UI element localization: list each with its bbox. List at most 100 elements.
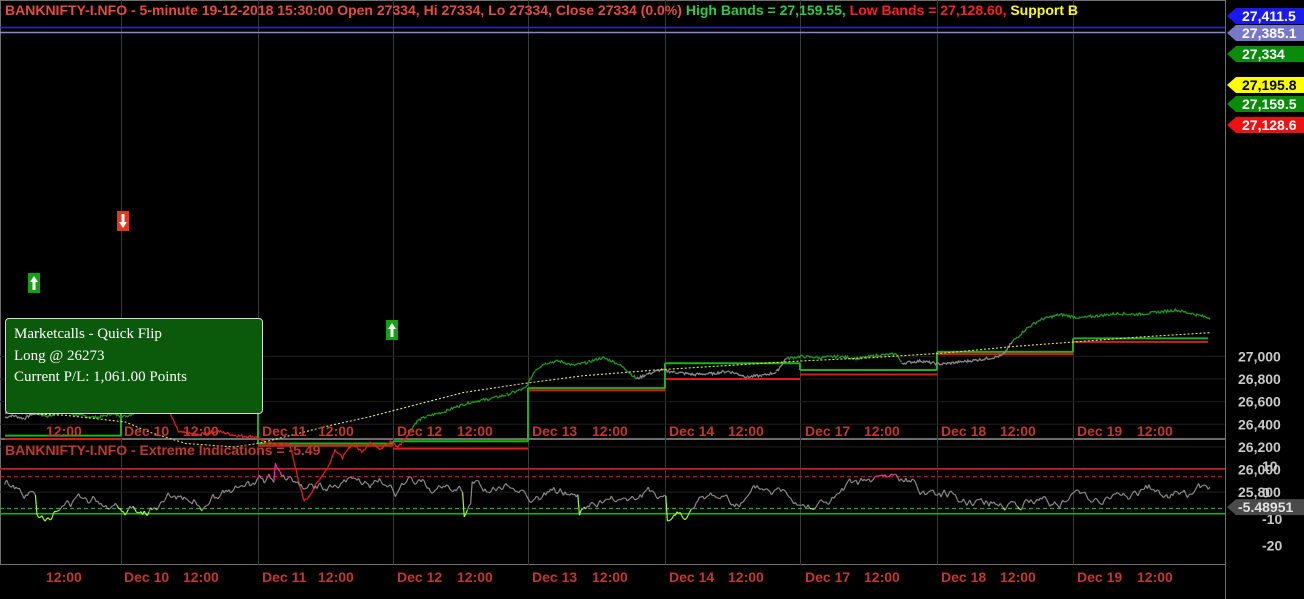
indicator-series bbox=[818, 499, 822, 502]
indicator-series bbox=[559, 488, 563, 493]
indicator-series bbox=[770, 492, 774, 496]
indicator-series bbox=[116, 505, 120, 509]
indicator-series bbox=[378, 478, 382, 482]
indicator-series bbox=[1065, 500, 1068, 503]
price-tag: 27,195.8 bbox=[1227, 77, 1304, 93]
indicator-series bbox=[988, 501, 992, 507]
indicator-series bbox=[571, 492, 574, 496]
indicator-series bbox=[338, 483, 342, 488]
indicator-series bbox=[498, 486, 502, 490]
price-tag-label: 27,195.8 bbox=[1242, 77, 1297, 93]
indicator-series bbox=[713, 494, 716, 498]
indicator-series bbox=[204, 505, 207, 508]
indicator-series bbox=[1095, 497, 1099, 501]
indicator-series bbox=[1103, 497, 1107, 501]
indicator-series bbox=[455, 487, 459, 492]
price-series bbox=[602, 356, 618, 365]
price-x-tick: 12:00 bbox=[318, 423, 354, 439]
indicator-series bbox=[649, 490, 652, 492]
price-series bbox=[506, 386, 526, 397]
indicator-series bbox=[156, 506, 160, 511]
indicator-series bbox=[6, 479, 9, 485]
indicator-series bbox=[911, 478, 915, 481]
price-series bbox=[1098, 311, 1119, 318]
indicator-series bbox=[337, 486, 340, 489]
indicator-series bbox=[402, 482, 406, 486]
indicator-series bbox=[79, 496, 83, 499]
indicator-series bbox=[865, 479, 868, 482]
indicator-series bbox=[1188, 493, 1191, 496]
indicator-series bbox=[887, 475, 891, 478]
buy-arrow-icon bbox=[28, 273, 40, 293]
price-tag-label: 27,128.6 bbox=[1242, 117, 1297, 133]
indicator-series bbox=[198, 505, 201, 509]
price-tag-label: 27,159.5 bbox=[1242, 96, 1297, 112]
indicator-series bbox=[231, 489, 235, 492]
indicator-series bbox=[1204, 484, 1207, 487]
indicator-series bbox=[1086, 495, 1089, 500]
indicator-series bbox=[171, 496, 174, 499]
indicator-series bbox=[636, 497, 639, 500]
indicator-series bbox=[962, 498, 966, 502]
indicator-series bbox=[735, 503, 739, 506]
indicator-series bbox=[86, 499, 89, 504]
indicator-series bbox=[359, 481, 363, 485]
indicator-x-tick: Dec 12 bbox=[397, 569, 442, 585]
chart-canvas: 27,00026,80026,60026,40026,20026,00025,8… bbox=[0, 0, 1304, 599]
price-x-tick: Dec 13 bbox=[532, 423, 577, 439]
price-tag: 27,334 bbox=[1227, 46, 1304, 62]
indicator-series bbox=[532, 498, 535, 501]
indicator-series bbox=[502, 485, 505, 490]
indicator-series bbox=[447, 485, 451, 490]
indicator-series bbox=[209, 497, 212, 503]
indicator-series bbox=[626, 498, 630, 502]
indicator-series bbox=[398, 486, 401, 491]
indicator-series bbox=[60, 505, 64, 509]
indicator-x-tick: Dec 14 bbox=[669, 569, 714, 585]
indicator-series bbox=[206, 504, 209, 507]
price-y-tick: 25,800 bbox=[1238, 484, 1281, 500]
indicator-series bbox=[715, 496, 718, 499]
indicator-series bbox=[742, 500, 745, 503]
indicator-series bbox=[114, 502, 118, 506]
indicator-series bbox=[705, 495, 708, 499]
indicator-series bbox=[55, 510, 59, 513]
low-bands-label: Low Bands = 27,128.60, bbox=[849, 2, 1007, 18]
indicator-series bbox=[268, 473, 272, 479]
price-x-tick: 12:00 bbox=[46, 423, 82, 439]
indicator-series bbox=[1055, 503, 1059, 506]
indicator-series bbox=[723, 495, 726, 497]
indicator-x-tick: Dec 11 bbox=[262, 569, 307, 585]
indicator-series bbox=[1015, 504, 1019, 508]
indicator-series bbox=[1167, 497, 1171, 499]
indicator-series bbox=[1041, 496, 1044, 500]
indicator-series bbox=[71, 499, 75, 503]
indicator-series bbox=[508, 486, 512, 489]
indicator-series bbox=[1087, 498, 1091, 502]
indicator-series bbox=[1142, 488, 1145, 491]
indicator-series bbox=[1159, 493, 1163, 496]
indicator-series bbox=[505, 483, 508, 486]
indicator-series bbox=[279, 471, 283, 477]
indicator-series bbox=[663, 494, 667, 497]
indicator-series bbox=[214, 496, 217, 499]
price-series bbox=[168, 411, 180, 433]
indicator-series bbox=[1102, 500, 1105, 505]
high-bands-label: High Bands = 27,159.55, bbox=[685, 2, 846, 18]
indicator-series bbox=[1068, 495, 1072, 500]
indicator-series bbox=[262, 478, 265, 484]
indicator-series bbox=[540, 496, 544, 500]
indicator-series bbox=[1058, 503, 1062, 509]
price-x-tick: 12:00 bbox=[183, 423, 219, 439]
indicator-series bbox=[49, 518, 52, 521]
indicator-series bbox=[1089, 500, 1092, 503]
indicator-series bbox=[624, 497, 626, 499]
indicator-series bbox=[270, 477, 273, 480]
indicator-series bbox=[15, 486, 19, 490]
indicator-series bbox=[255, 477, 259, 482]
indicator-series bbox=[703, 497, 707, 500]
indicator-series bbox=[1129, 494, 1132, 499]
price-x-tick: 12:00 bbox=[457, 423, 493, 439]
indicator-series bbox=[599, 499, 603, 504]
indicator-series bbox=[110, 505, 113, 509]
